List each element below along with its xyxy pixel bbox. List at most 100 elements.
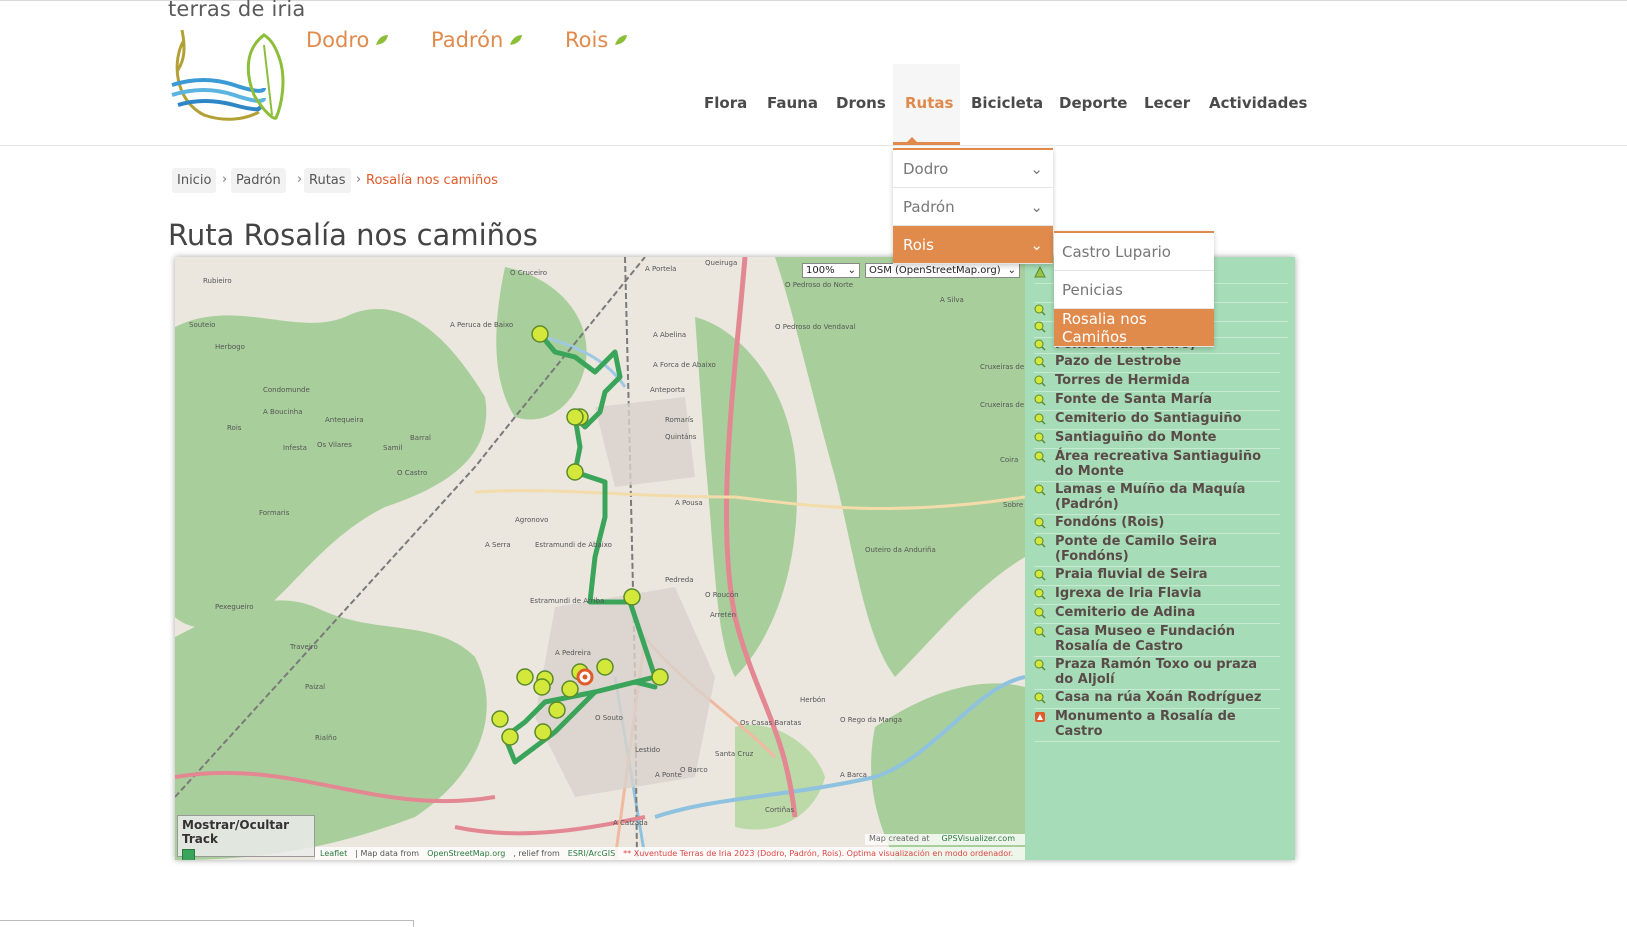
camera-icon [1034,356,1046,368]
poi-label: Ponte de Camilo Seira (Fondóns) [1055,534,1217,564]
place-label: Infesta [283,444,307,452]
camera-icon [1034,484,1046,496]
map-canvas[interactable]: Rubieiro O Cruceiro Queiruga A Portela S… [175,257,1025,860]
place-label: A Abelina [653,331,686,339]
place-label: A Forca de Abaixo [653,361,716,369]
poi-label: Torres de Hermida [1055,373,1190,388]
poi-item[interactable]: Igrexa de Iria Flavia [1034,586,1280,605]
rutas-dropdown: Dodro ⌄ Padrón ⌄ Rois ⌄ [893,148,1053,264]
nav-item-lecer[interactable]: Lecer [1144,94,1190,112]
nav-item-fauna[interactable]: Fauna [767,94,818,112]
track-toggle-checkbox[interactable] [182,849,195,860]
esri-link[interactable]: ESRI/ArcGIS [568,849,615,858]
breadcrumb-inicio[interactable]: Inicio [172,168,217,193]
nav-item-deporte[interactable]: Deporte [1059,94,1127,112]
poi-item[interactable]: Casa Museo e Fundación Rosalía de Castro [1034,624,1280,657]
poi-item[interactable]: Praza Ramón Toxo ou praza do Aljolí [1034,657,1280,690]
place-label: O Cruceiro [510,269,547,277]
place-label: O Pedroso do Vendaval [775,323,856,331]
place-label: Quintáns [665,433,697,441]
muni-label: Dodro [306,28,370,52]
nav-item-actividades[interactable]: Actividades [1209,94,1307,112]
place-label: Romarís [665,416,694,424]
chevron-down-icon: ⌄ [1030,197,1043,216]
muni-link-padron[interactable]: Padrón [431,28,523,52]
camera-icon [1034,394,1046,406]
poi-item[interactable]: Casa na rúa Xoán Rodríguez [1034,690,1280,709]
place-label: O Pedroso do Norte [785,281,853,289]
camera-icon [1034,588,1046,600]
map-layer-select[interactable]: OSM (OpenStreetMap.org) ⌄ [865,263,1020,278]
breadcrumb-padron[interactable]: Padrón [231,168,286,193]
dropdown-item-dodro[interactable]: Dodro ⌄ [893,150,1053,188]
place-label: Paizal [305,683,325,691]
osm-link[interactable]: OpenStreetMap.org [427,849,505,858]
place-label: Outeiro da Anduriña [865,546,936,554]
nav-item-bicicleta[interactable]: Bicicleta [971,94,1043,112]
poi-item[interactable]: Pazo de Lestrobe [1034,354,1280,373]
place-label: Cruxeiras de Abaixo [980,401,1025,409]
nav-item-drons[interactable]: Drons [836,94,886,112]
poi-label: Praia fluvial de Seira [1055,567,1208,582]
place-label: A Portela [645,265,676,273]
poi-item[interactable]: Ponte de Camilo Seira (Fondóns) [1034,534,1280,567]
poi-item[interactable]: Cemiterio do Santiaguiño [1034,411,1280,430]
zoom-select[interactable]: 100% ⌄ [802,263,860,278]
poi-item[interactable]: Santiaguiño do Monte [1034,430,1280,449]
chevron-down-icon: ⌄ [847,265,856,276]
camera-icon [1034,451,1046,463]
leaflet-link[interactable]: Leaflet [320,849,347,858]
camera-icon [1034,569,1046,581]
poi-item[interactable]: Torres de Hermida [1034,373,1280,392]
site-logo[interactable] [164,0,304,125]
map-attribution: Leaflet | Map data from OpenStreetMap.or… [315,847,1025,860]
place-label: Os Casas Baratas [740,719,802,727]
dropdown-item-rois[interactable]: Rois ⌄ [893,226,1053,264]
submenu-item-rosalia-nos-caminos[interactable]: Rosalia nos Camiños [1054,309,1214,347]
attribution-text: | Map data from [355,849,420,858]
place-label: Cortiñas [765,806,794,814]
place-label: A Ponte [655,771,682,779]
poi-label: Casa Museo e Fundación Rosalía de Castro [1055,624,1236,654]
place-label: Estramundi de Abaixo [535,541,612,549]
place-label: Herbogo [215,343,245,351]
poi-item[interactable]: Cemiterio de Adina [1034,605,1280,624]
place-label: A Pousa [675,499,703,507]
place-label: Samil [383,444,402,452]
camera-icon [1034,413,1046,425]
zoom-value: 100% [806,265,835,276]
dropdown-item-padron[interactable]: Padrón ⌄ [893,188,1053,226]
gpsvisualizer-link[interactable]: GPSVisualizer.com [941,834,1015,845]
poi-item[interactable]: Praia fluvial de Seira [1034,567,1280,586]
footer-divider [0,920,414,921]
muni-link-dodro[interactable]: Dodro [306,28,389,52]
poi-label: Praza Ramón Toxo ou praza do Aljolí [1055,657,1258,687]
place-label: Estramundi de Arriba [530,597,604,605]
poi-label: Santiaguiño do Monte [1055,430,1217,445]
poi-item[interactable]: Fonte de Santa María [1034,392,1280,411]
submenu-item-penicias[interactable]: Penicias [1054,271,1214,309]
place-label: A Barca [840,771,867,779]
place-label: Barral [410,434,431,442]
place-label: Queiruga [705,259,737,267]
place-label: A Pedreira [555,649,591,657]
poi-item[interactable]: Lamas e Muíño da Maquía (Padrón) [1034,482,1280,515]
poi-item[interactable]: Fondóns (Rois) [1034,515,1280,534]
place-label: Lestido [635,746,660,754]
place-label: Sobre [1003,501,1023,509]
submenu-item-castro-lupario[interactable]: Castro Lupario [1054,233,1214,271]
poi-item[interactable]: Monumento a Rosalía de Castro [1034,709,1280,742]
nav-item-flora[interactable]: Flora [704,94,747,112]
breadcrumb-rutas[interactable]: Rutas [304,168,351,193]
track-toggle-label: Mostrar/Ocultar Track [182,818,290,846]
attribution-notice: ** Xuventude Terras de Iria 2023 (Dodro,… [623,849,1014,858]
nav-item-rutas[interactable]: Rutas [905,94,953,112]
poi-item[interactable]: Área recreativa Santiaguiño do Monte [1034,449,1280,482]
attribution-text: , relief from [513,849,560,858]
muni-link-rois[interactable]: Rois [565,28,628,52]
camera-icon [1034,432,1046,444]
credit-text: Map created at [869,834,930,843]
route-map[interactable]: Rubieiro O Cruceiro Queiruga A Portela S… [175,257,1025,860]
place-label: A Serra [485,541,511,549]
dropdown-item-label: Dodro [903,159,949,178]
